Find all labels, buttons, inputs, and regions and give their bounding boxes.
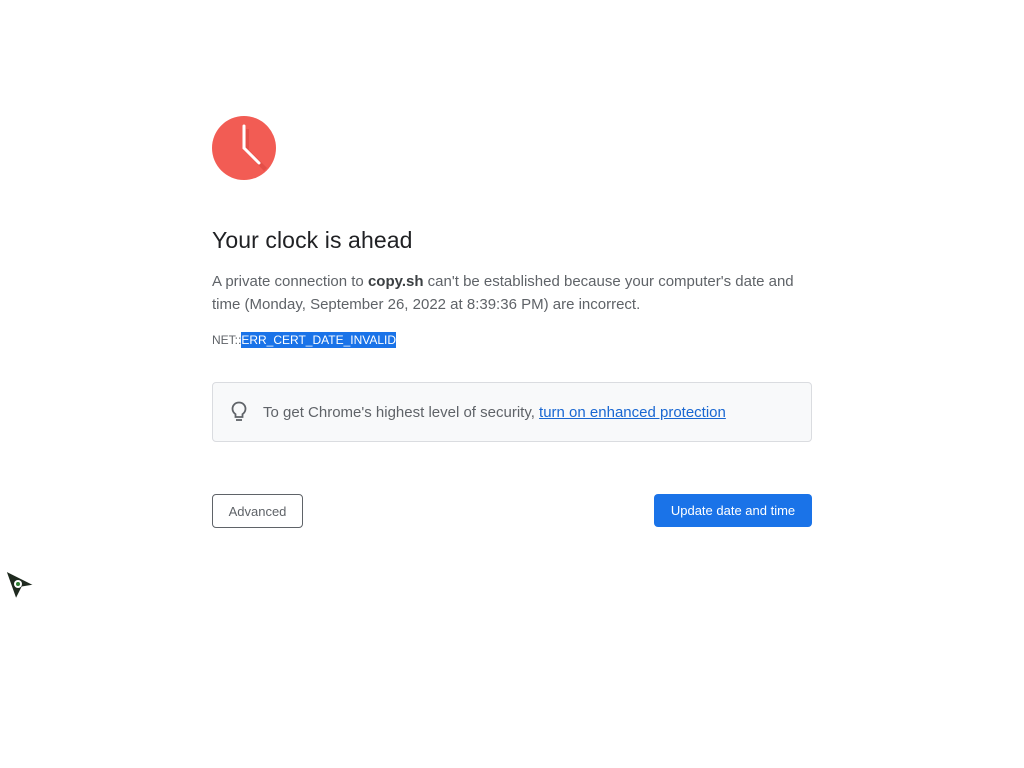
mouse-cursor-icon — [5, 569, 36, 601]
update-date-time-button[interactable]: Update date and time — [654, 494, 812, 527]
main-content: Your clock is ahead A private connection… — [212, 116, 812, 528]
page-title: Your clock is ahead — [212, 227, 413, 253]
explanation-prefix: A private connection to — [212, 273, 368, 290]
interstitial-page: Your clock is ahead A private connection… — [0, 0, 1024, 768]
error-code-prefix: NET:: — [212, 333, 242, 347]
security-tip-text: To get Chrome's highest level of securit… — [263, 404, 726, 421]
clock-icon — [212, 116, 276, 180]
security-tip-label: To get Chrome's highest level of securit… — [263, 403, 540, 421]
lightbulb-icon — [229, 400, 249, 424]
error-explanation: A private connection to copy.sh can't be… — [212, 270, 812, 316]
enhanced-protection-link[interactable]: turn on enhanced protection — [539, 404, 726, 421]
advanced-button[interactable]: Advanced — [212, 494, 303, 528]
error-code[interactable]: NET::ERR_CERT_DATE_INVALID — [212, 332, 812, 348]
button-row: Advanced Update date and time — [212, 494, 812, 528]
enhanced-protection-tip: To get Chrome's highest level of securit… — [212, 382, 812, 442]
host-name: copy.sh — [367, 273, 424, 290]
error-code-text[interactable]: ERR_CERT_DATE_INVALID — [241, 332, 397, 348]
